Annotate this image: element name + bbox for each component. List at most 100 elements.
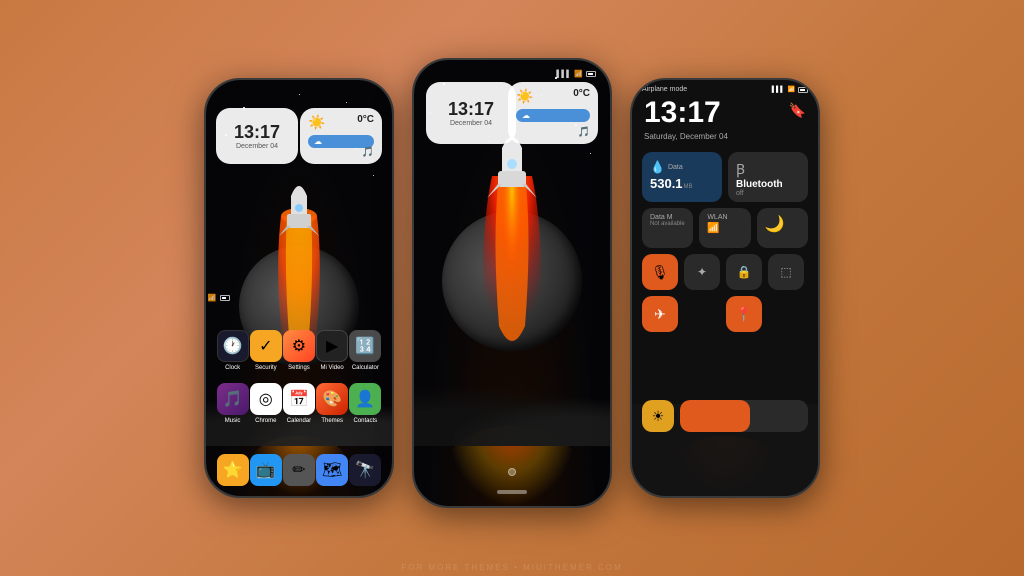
dock-icon-1: ⭐ (217, 454, 249, 486)
weather-widget-left[interactable]: ☀️ 0°C ☁ 🎵 (300, 108, 382, 164)
cc-sparkle-btn[interactable]: ✦ (684, 254, 720, 290)
cc-data-label: Data (668, 164, 683, 171)
cc-wlan-icon: 📶 (707, 223, 742, 234)
phones-container: ▌▌▌ 📶 13:17 December 04 ☀️ 0°C ☁ (174, 48, 850, 528)
phone-left-screen: ▌▌▌ 📶 13:17 December 04 ☀️ 0°C ☁ (206, 80, 392, 496)
themes-icon: 🎨 (316, 383, 348, 415)
app-grid-left: 🕐 Clock ✓ Security ⚙ Settings ▶ (206, 330, 392, 436)
cc-brightness-slider[interactable] (680, 400, 808, 432)
home-indicator-center (497, 490, 527, 494)
star-c7 (590, 153, 591, 154)
app-mivideo-left[interactable]: ▶ Mi Video (316, 330, 348, 371)
dock-item-2[interactable]: 📺 (250, 454, 282, 486)
cc-second-row: Data M Not available WLAN 📶 🌙 (642, 208, 808, 248)
wifi-icon-center: 📶 (574, 70, 583, 78)
cc-btn-row-2: ✈ 📍 (642, 296, 808, 332)
app-music-left[interactable]: 🎵 Music (217, 383, 249, 424)
cc-mobile-data-label: Data M (650, 214, 685, 221)
cc-bluetooth-widget[interactable]: Ꞵ Bluetooth off (728, 152, 808, 202)
settings-icon: ⚙ (283, 330, 315, 362)
date-display-center: December 04 (450, 120, 492, 127)
cc-data-drop-icon: 💧 (650, 160, 665, 174)
cc-location-btn[interactable]: 📍 (726, 296, 762, 332)
app-themes-left[interactable]: 🎨 Themes (316, 383, 348, 424)
control-center: Airplane mode ▌▌▌ 📶 13:17 Saturday, Dece… (632, 80, 818, 496)
bottom-hills2-center (453, 366, 610, 446)
music-note-icon-left: 🎵 (362, 147, 374, 158)
time-display-center: 13:17 (448, 100, 494, 118)
phone-center-screen: ▌▌▌ 📶 13:17 December 04 ☀️ 0°C ☁ (414, 60, 610, 506)
cc-airplane-label: Airplane mode (642, 86, 687, 93)
music-icon: 🎵 (217, 383, 249, 415)
app-contacts-left[interactable]: 👤 Contacts (349, 383, 381, 424)
dock-icon-2: 📺 (250, 454, 282, 486)
battery-icon-left (220, 295, 230, 301)
cc-night-tile[interactable]: 🌙 (757, 208, 808, 248)
cc-brightness-fill (680, 400, 750, 432)
cc-time-section: 13:17 Saturday, December 04 🔖 (644, 98, 806, 141)
dock-item-3[interactable]: ✏ (283, 454, 315, 486)
cc-date-display: Saturday, December 04 (644, 132, 728, 141)
cc-battery-icon (798, 87, 808, 93)
phone-right-screen: Airplane mode ▌▌▌ 📶 13:17 Saturday, Dece… (632, 80, 818, 496)
bluetooth-icon: Ꞵ (736, 160, 745, 179)
dock-item-1[interactable]: ⭐ (217, 454, 249, 486)
cc-data-unit: MB (684, 184, 693, 190)
chrome-icon: ◎ (250, 383, 282, 415)
app-calendar-left[interactable]: 📅 Calendar (283, 383, 315, 424)
cc-signal-icon: ▌▌▌ (772, 87, 785, 93)
dock-left: ⭐ 📺 ✏ 🗺 🔭 (206, 454, 392, 486)
phone-left: ▌▌▌ 📶 13:17 December 04 ☀️ 0°C ☁ (204, 78, 394, 498)
wifi-icon-left: 📶 (208, 294, 217, 302)
cc-microphone-btn[interactable]: 🎙 (642, 254, 678, 290)
cloud-icon-center: ☁ (522, 111, 530, 120)
cc-bluetooth-label: Bluetooth (736, 179, 800, 190)
time-widget-center[interactable]: 13:17 December 04 (426, 82, 516, 144)
camera-dot-center (508, 468, 516, 476)
cc-lock-btn[interactable]: 🔒 (726, 254, 762, 290)
cc-time-date-group: 13:17 Saturday, December 04 (644, 98, 728, 141)
signal-icon-center: ▌▌▌ (556, 71, 571, 78)
rocket-flame-center (477, 126, 547, 366)
phone-right: Airplane mode ▌▌▌ 📶 13:17 Saturday, Dece… (630, 78, 820, 498)
date-display-left: December 04 (236, 143, 278, 150)
weather-sun-icon-center: ☀️ (516, 88, 533, 105)
app-root: ▌▌▌ 📶 13:17 December 04 ☀️ 0°C ☁ (174, 48, 850, 528)
app-security-left[interactable]: ✓ Security (250, 330, 282, 371)
cc-data-widget[interactable]: 💧 Data 530.1 MB (642, 152, 722, 202)
cc-data-top: 💧 Data (650, 160, 714, 174)
calendar-icon: 📅 (283, 383, 315, 415)
app-row-2-left: 🎵 Music ◎ Chrome 📅 Calendar 🎨 (216, 383, 382, 424)
cc-wifi-icon: 📶 (788, 86, 795, 93)
weather-top-center: ☀️ 0°C (516, 88, 590, 105)
cc-mobile-data-tile[interactable]: Data M Not available (642, 208, 693, 248)
time-display-left: 13:17 (234, 123, 280, 141)
app-settings-left[interactable]: ⚙ Settings (283, 330, 315, 371)
phone-center: ▌▌▌ 📶 13:17 December 04 ☀️ 0°C ☁ (412, 58, 612, 508)
mivideo-icon: ▶ (316, 330, 348, 362)
cc-rocket-placeholder (684, 296, 720, 332)
cc-wlan-tile[interactable]: WLAN 📶 (699, 208, 750, 248)
cc-brightness-icon[interactable]: ☀ (642, 400, 674, 432)
app-clock-left[interactable]: 🕐 Clock (217, 330, 249, 371)
clock-icon: 🕐 (217, 330, 249, 362)
weather-temp-left: 0°C (357, 114, 374, 125)
app-chrome-left[interactable]: ◎ Chrome (250, 383, 282, 424)
dock-icon-5: 🔭 (349, 454, 381, 486)
cc-screen-btn[interactable]: ⬚ (768, 254, 804, 290)
status-bar-center: ▌▌▌ 📶 (556, 70, 596, 78)
time-widget-left[interactable]: 13:17 December 04 (216, 108, 298, 164)
cc-data-value: 530.1 (650, 176, 683, 191)
app-calculator-left[interactable]: 🔢 Calculator (349, 330, 381, 371)
weather-cloud-btn-center[interactable]: ☁ (516, 109, 590, 122)
cc-bookmark-icon: 🔖 (789, 102, 806, 119)
battery-icon-center (586, 71, 596, 77)
dock-item-4[interactable]: 🗺 (316, 454, 348, 486)
dock-item-5[interactable]: 🔭 (349, 454, 381, 486)
cc-status-icons: ▌▌▌ 📶 (772, 86, 808, 93)
cc-airplane-btn[interactable]: ✈ (642, 296, 678, 332)
cc-time-display: 13:17 (644, 98, 728, 128)
security-icon: ✓ (250, 330, 282, 362)
weather-widget-center[interactable]: ☀️ 0°C ☁ 🎵 (508, 82, 598, 144)
cc-status-bar: Airplane mode ▌▌▌ 📶 (642, 86, 808, 93)
